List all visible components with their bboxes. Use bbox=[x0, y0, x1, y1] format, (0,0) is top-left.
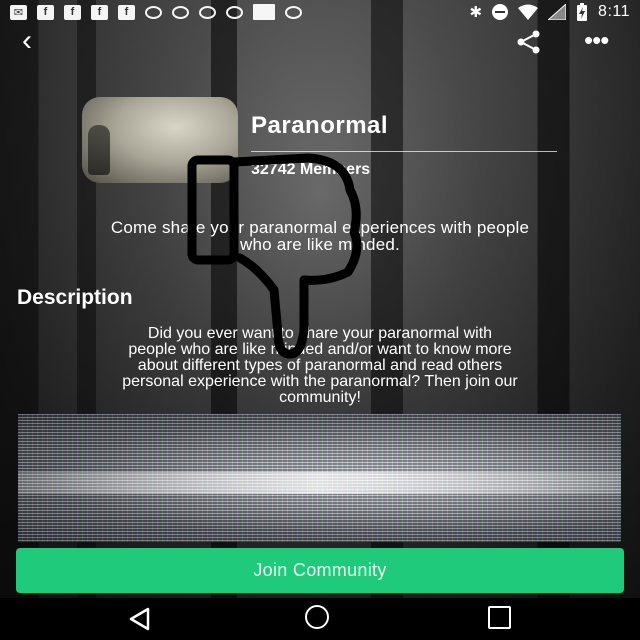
description-line: community! bbox=[279, 389, 361, 406]
voicemail-icon bbox=[199, 5, 216, 19]
description-line: personal experience with the paranormal?… bbox=[122, 373, 518, 390]
back-arrow-icon[interactable]: ‹ bbox=[22, 26, 32, 56]
community-banner-image[interactable] bbox=[18, 414, 621, 542]
bluetooth-icon: ✱ bbox=[469, 4, 483, 21]
voicemail-icon bbox=[172, 5, 189, 19]
description-text: Did you ever want to share your paranorm… bbox=[20, 326, 620, 406]
background-image bbox=[0, 0, 640, 640]
nav-back-icon[interactable] bbox=[128, 607, 152, 631]
facebook-icon: f bbox=[91, 4, 108, 20]
wifi-icon bbox=[518, 4, 539, 20]
system-nav-bar bbox=[0, 598, 640, 640]
top-app-bar: ‹ ••• bbox=[0, 26, 640, 56]
voicemail-icon bbox=[226, 5, 243, 19]
nav-recents-icon[interactable] bbox=[488, 606, 511, 629]
signal-icon bbox=[548, 4, 567, 20]
tagline-line: who are like minded. bbox=[240, 235, 400, 254]
member-count: 32742 Members bbox=[251, 161, 371, 178]
community-tagline: Come share your paranormal experiences w… bbox=[20, 219, 620, 253]
battery-charging-icon bbox=[577, 3, 588, 21]
mail-icon: ✉ bbox=[10, 4, 27, 20]
tagline-line: Come share your paranormal experiences w… bbox=[110, 218, 530, 237]
community-title: Paranormal bbox=[251, 112, 389, 139]
facebook-icon: f bbox=[37, 4, 54, 20]
voicemail-icon bbox=[285, 5, 302, 19]
title-divider bbox=[251, 151, 557, 152]
description-line: Did you ever want to share your paranorm… bbox=[147, 325, 493, 342]
description-heading: Description bbox=[17, 286, 133, 309]
do-not-disturb-icon bbox=[492, 4, 509, 20]
facebook-icon: f bbox=[118, 4, 135, 20]
description-line: people who are like minded and/or want t… bbox=[128, 341, 512, 358]
description-line: about different types of paranormal and … bbox=[137, 357, 503, 374]
status-time: 8:11 bbox=[598, 3, 630, 20]
status-bar: ✉ f f f f ✱ 8:11 bbox=[0, 0, 640, 24]
square-icon bbox=[253, 4, 275, 20]
join-community-button[interactable]: Join Community bbox=[16, 548, 624, 593]
voicemail-icon bbox=[145, 5, 162, 19]
share-icon[interactable] bbox=[516, 30, 542, 54]
facebook-icon: f bbox=[64, 4, 81, 20]
nav-home-icon[interactable] bbox=[305, 605, 329, 629]
community-cover-image bbox=[82, 97, 238, 183]
more-options-icon[interactable]: ••• bbox=[584, 27, 609, 53]
